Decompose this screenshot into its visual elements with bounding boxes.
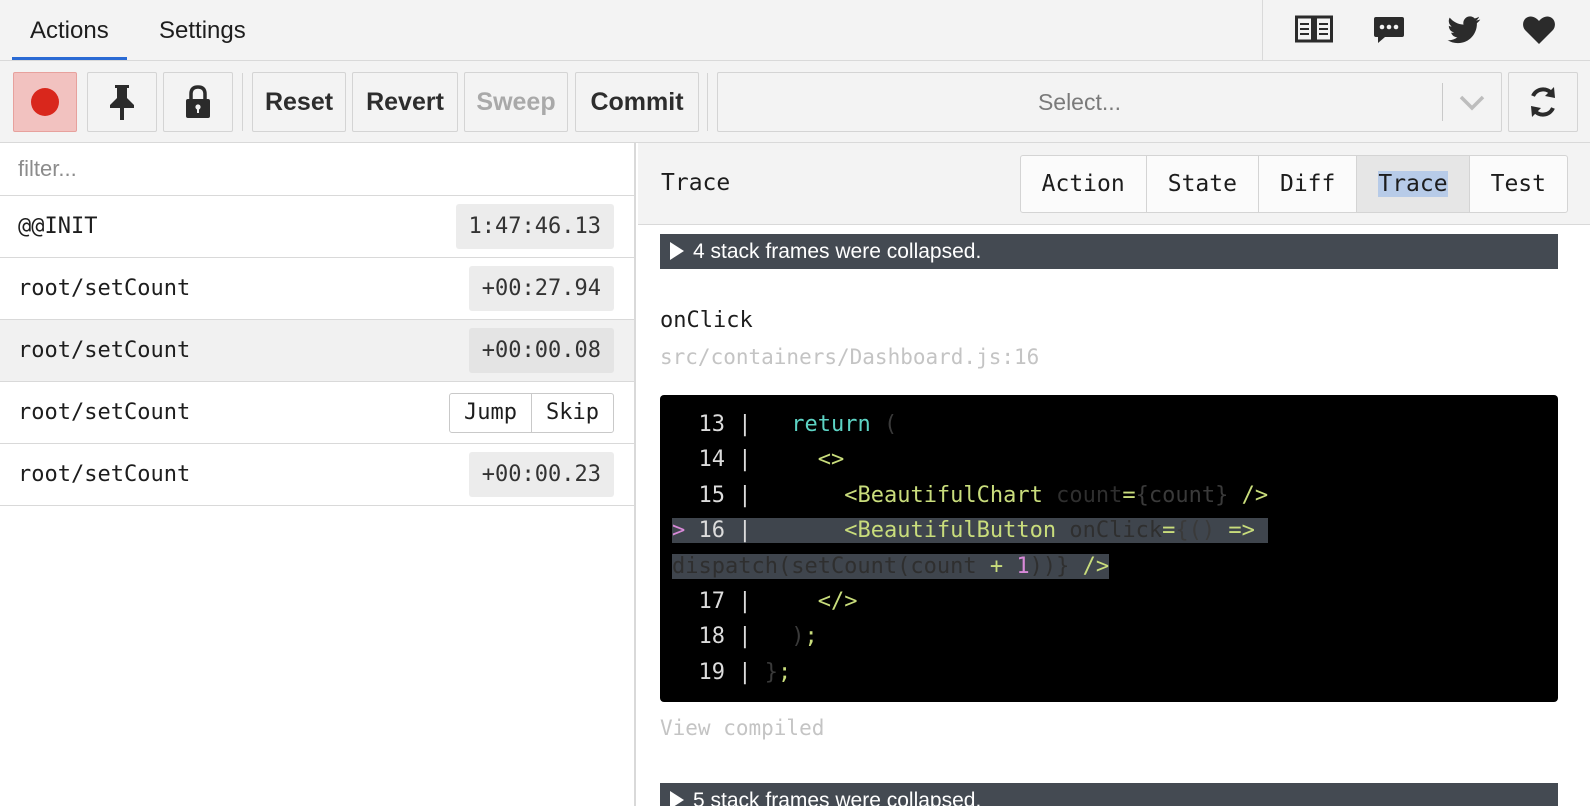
book-icon[interactable] bbox=[1294, 10, 1334, 50]
top-tab-bar: Actions Settings bbox=[0, 0, 1590, 61]
toolbar-divider bbox=[707, 73, 708, 131]
jump-button[interactable]: Jump bbox=[450, 394, 531, 432]
tab-test[interactable]: Test bbox=[1468, 156, 1567, 212]
action-name: root/setCount bbox=[18, 400, 191, 425]
time-badge: +00:27.94 bbox=[468, 266, 614, 311]
action-row[interactable]: root/setCount +00:00.23 bbox=[0, 444, 634, 506]
code-line: 19 | }; bbox=[698, 659, 792, 685]
time-badge: +00:00.23 bbox=[468, 452, 614, 497]
tab-trace[interactable]: Trace bbox=[1356, 156, 1469, 212]
code-line-highlighted: dispatch(setCount(count + 1))} /> bbox=[672, 553, 1110, 579]
instance-select[interactable]: Select... bbox=[717, 72, 1502, 132]
code-line: 18 | ); bbox=[698, 624, 818, 650]
code-line: 15 | <BeautifulChart count={count} /> bbox=[698, 482, 1269, 508]
code-line: 17 | </> bbox=[698, 588, 858, 614]
monitor-panel: Trace Action State Diff Trace Test 4 sta… bbox=[638, 143, 1590, 806]
action-name: root/setCount bbox=[18, 338, 191, 363]
frame-file-link[interactable]: src/containers/Dashboard.js:16 bbox=[660, 345, 1039, 369]
filter-input[interactable] bbox=[0, 143, 634, 196]
collapsed-frames-bar[interactable]: 4 stack frames were collapsed. bbox=[660, 234, 1558, 269]
action-row-hovered[interactable]: root/setCount Jump Skip bbox=[0, 382, 634, 444]
toolbar-divider bbox=[242, 73, 243, 131]
action-row[interactable]: @@INIT 1:47:46.13 bbox=[0, 196, 634, 258]
top-icon-group bbox=[1262, 0, 1590, 60]
action-row[interactable]: root/setCount +00:27.94 bbox=[0, 258, 634, 320]
collapsed-frames-label: 4 stack frames were collapsed. bbox=[693, 240, 982, 263]
code-line: 14 | <> bbox=[698, 447, 845, 473]
time-badge: 1:47:46.13 bbox=[455, 204, 614, 249]
view-tab-group: Action State Diff Trace Test bbox=[1019, 155, 1568, 213]
toolbar: Reset Revert Sweep Commit Select... bbox=[0, 61, 1590, 143]
frame-function-name: onClick bbox=[660, 308, 753, 333]
action-name: root/setCount bbox=[18, 276, 191, 301]
code-line: 13 | return ( bbox=[698, 412, 898, 437]
chat-icon[interactable] bbox=[1369, 10, 1409, 50]
code-line-highlighted: > 16 | <BeautifulButton onClick={() => bbox=[672, 513, 1558, 548]
row-button-group: Jump Skip bbox=[449, 393, 614, 433]
tab-diff[interactable]: Diff bbox=[1257, 156, 1356, 212]
select-divider bbox=[1442, 83, 1443, 121]
monitor-header: Trace Action State Diff Trace Test bbox=[638, 143, 1590, 225]
expand-triangle-icon bbox=[670, 791, 684, 806]
pin-icon bbox=[110, 85, 134, 120]
tab-action[interactable]: Action bbox=[1021, 156, 1146, 212]
expand-triangle-icon bbox=[670, 242, 684, 260]
tab-settings[interactable]: Settings bbox=[141, 0, 264, 60]
skip-button[interactable]: Skip bbox=[531, 394, 613, 432]
reset-button[interactable]: Reset bbox=[252, 72, 346, 132]
tab-actions[interactable]: Actions bbox=[12, 0, 127, 60]
monitor-title: Trace bbox=[661, 170, 731, 196]
sweep-button[interactable]: Sweep bbox=[464, 72, 568, 132]
record-button[interactable] bbox=[13, 72, 77, 132]
collapsed-frames-label: 5 stack frames were collapsed. bbox=[693, 789, 982, 806]
action-row-selected[interactable]: root/setCount +00:00.08 bbox=[0, 320, 634, 382]
select-placeholder: Select... bbox=[1037, 89, 1122, 115]
code-snippet: 13 | return ( 14 | <> 15 | <BeautifulCha… bbox=[660, 395, 1558, 702]
commit-button[interactable]: Commit bbox=[575, 72, 699, 132]
record-icon bbox=[31, 88, 59, 116]
heart-icon[interactable] bbox=[1519, 10, 1559, 50]
view-compiled-link[interactable]: View compiled bbox=[660, 716, 824, 740]
collapsed-frames-bar[interactable]: 5 stack frames were collapsed. bbox=[660, 783, 1558, 806]
chevron-down-icon bbox=[1457, 89, 1487, 117]
pin-button[interactable] bbox=[87, 72, 157, 132]
lock-button[interactable] bbox=[163, 72, 233, 132]
sync-icon bbox=[1531, 87, 1555, 117]
action-name: @@INIT bbox=[18, 214, 98, 239]
time-badge: +00:00.08 bbox=[468, 328, 614, 373]
tab-state[interactable]: State bbox=[1145, 156, 1258, 212]
action-name: root/setCount bbox=[18, 462, 191, 487]
lock-icon bbox=[186, 85, 210, 118]
revert-button[interactable]: Revert bbox=[352, 72, 458, 132]
sync-button[interactable] bbox=[1508, 72, 1578, 132]
twitter-icon[interactable] bbox=[1444, 10, 1484, 50]
action-list-panel: @@INIT 1:47:46.13 root/setCount +00:27.9… bbox=[0, 143, 636, 806]
tab-trace-label: Trace bbox=[1378, 171, 1448, 197]
